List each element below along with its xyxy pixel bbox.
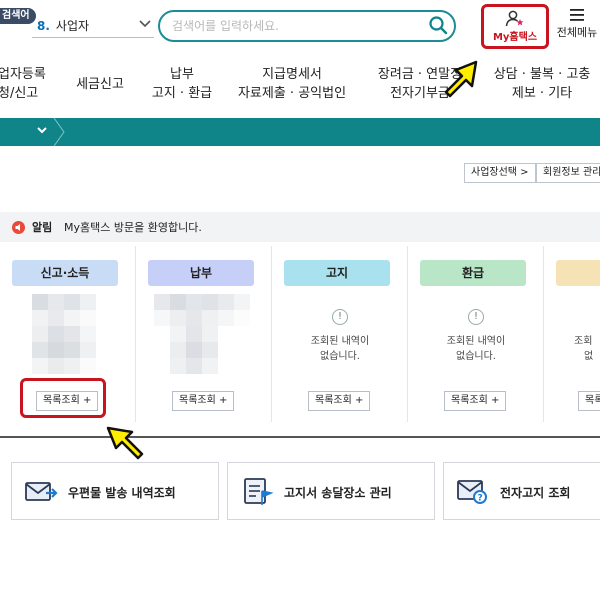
empty-line: 없습니다.: [456, 351, 496, 362]
blurred-content: [32, 294, 96, 374]
alert-label: 알림: [32, 221, 53, 234]
nav-item-tax-return[interactable]: 세금신고: [68, 60, 132, 108]
card-title: 납부: [148, 260, 254, 286]
nav-item-line: 제보 · 기타: [511, 86, 573, 101]
blurred-content: [154, 294, 250, 374]
main-nav: 업자등록청/신고 세금신고 납부고지 · 환급 지급명세서자료제출 · 공익법인…: [0, 60, 600, 112]
svg-text:?: ?: [478, 494, 483, 504]
nav-item-line: 청/신고: [0, 86, 39, 101]
card-notice: 고지 ! 조회된 내역이 없습니다. 목록조회 +: [272, 246, 408, 422]
chevron-down-icon: [139, 20, 151, 28]
card-title: 신고·소득: [12, 260, 118, 286]
empty-message: 조회 없: [574, 334, 600, 364]
highlight-box: [20, 378, 106, 418]
my-hometax-button[interactable]: My홈택스: [481, 4, 549, 49]
card-title: 고지: [284, 260, 390, 286]
my-hometax-label: My홈택스: [492, 32, 538, 43]
card-refund: 환급 ! 조회된 내역이 없습니다. 목록조회 +: [408, 246, 544, 422]
search-input[interactable]: [172, 17, 422, 35]
empty-line: 조회된 내역이: [446, 336, 506, 347]
document-flag-icon: [244, 478, 274, 505]
search-icon[interactable]: [428, 15, 448, 35]
pointer-cursor-icon: [444, 60, 478, 98]
breadcrumb-separator-icon: [53, 118, 65, 146]
alert-message: My홈택스 방문을 환영합니다.: [64, 221, 202, 234]
card-payment: 납부 목록조회 +: [136, 246, 272, 422]
business-number: 8.: [37, 18, 50, 33]
breadcrumb-bar: [0, 118, 600, 146]
card-title: 환급: [420, 260, 526, 286]
nav-item-payment[interactable]: 납부고지 · 환급: [144, 60, 220, 108]
card-title: [556, 260, 600, 286]
section-divider: [0, 436, 600, 438]
all-menu-label: 전체메뉴: [556, 26, 598, 39]
service-mail-history[interactable]: 우편물 발송 내역조회: [11, 462, 219, 520]
alert-bar: 알림 My홈택스 방문을 환영합니다.: [0, 212, 600, 242]
info-exclamation-icon: !: [332, 309, 348, 325]
list-view-button[interactable]: 목록조회 +: [308, 391, 371, 411]
nav-item-line: 고지 · 환급: [151, 86, 213, 101]
all-menu-button[interactable]: 전체메뉴: [554, 8, 600, 40]
mail-icon: [25, 482, 58, 501]
empty-line: 조회된 내역이: [310, 336, 370, 347]
empty-message: 조회된 내역이 없습니다.: [408, 334, 544, 364]
nav-item-line: 세금신고: [76, 76, 124, 92]
empty-line: 없습니다.: [320, 351, 360, 362]
nav-item-line: 자료제출 · 공익법인: [237, 86, 347, 101]
nav-item-line: 업자등록: [0, 67, 46, 82]
search-box: [158, 10, 456, 42]
hamburger-menu-icon: [570, 9, 584, 21]
empty-message: 조회된 내역이 없습니다.: [272, 334, 408, 364]
business-label: 사업자: [55, 19, 90, 33]
pointer-cursor-icon: [106, 426, 144, 460]
business-select[interactable]: 8. 사업자: [32, 14, 154, 38]
nav-item-line: 상담 · 불복 · 고충: [493, 67, 591, 82]
info-exclamation-icon: !: [468, 309, 484, 325]
select-business-button[interactable]: 사업장선택 >: [464, 163, 536, 183]
speaker-icon: [12, 221, 25, 234]
email-search-icon: ?: [457, 480, 487, 504]
nav-item-business-registration[interactable]: 업자등록청/신고: [0, 60, 50, 108]
empty-line: 없: [584, 351, 594, 362]
list-view-button[interactable]: 목록조회 +: [172, 391, 235, 411]
list-view-button[interactable]: 목록조회 +: [444, 391, 507, 411]
empty-line: 조회: [574, 336, 593, 347]
list-view-button[interactable]: 목록: [578, 391, 600, 411]
service-label: 우편물 발송 내역조회: [68, 486, 176, 500]
card-partial: ! 조회 없 목록: [544, 246, 600, 422]
nav-item-line: 납부: [170, 67, 194, 82]
service-delivery-address[interactable]: 고지서 송달장소 관리: [227, 462, 435, 520]
nav-item-consultation[interactable]: 상담 · 불복 · 고충제보 · 기타: [490, 60, 594, 108]
search-badge: 검색어: [0, 8, 36, 24]
member-info-button[interactable]: 회원정보 관리: [536, 163, 600, 183]
header: 검색어 8. 사업자 My홈택스 전체메뉴: [0, 0, 600, 52]
service-e-notice[interactable]: ? 전자고지 조회: [443, 462, 600, 520]
nav-item-line: 지급명세서: [262, 67, 322, 82]
service-label: 전자고지 조회: [500, 486, 571, 500]
service-label: 고지서 송달장소 관리: [284, 486, 392, 500]
user-star-icon: [505, 10, 524, 27]
nav-item-statement-submission[interactable]: 지급명세서자료제출 · 공익법인: [236, 60, 348, 108]
chevron-down-icon[interactable]: [36, 124, 48, 136]
